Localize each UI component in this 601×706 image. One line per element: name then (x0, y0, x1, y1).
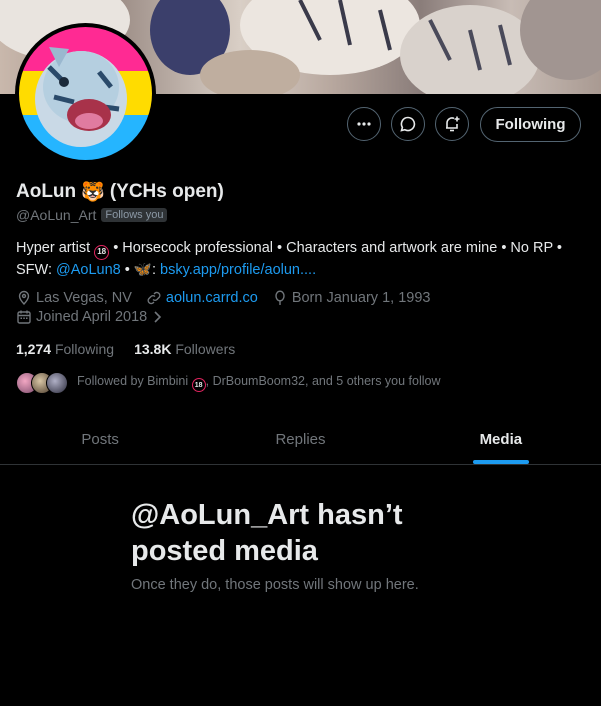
tab-replies[interactable]: Replies (200, 415, 400, 464)
message-button[interactable] (391, 107, 425, 141)
notify-button[interactable] (435, 107, 469, 141)
followed-by-text: Followed by Bimbini 18, DrBoumBoom32, an… (77, 374, 441, 393)
balloon-icon (275, 290, 285, 305)
butterfly-emoji: 🦋 (133, 261, 152, 278)
followed-by-row[interactable]: Followed by Bimbini 18, DrBoumBoom32, an… (16, 372, 441, 394)
empty-state-subtitle: Once they do, those posts will show up h… (131, 577, 419, 593)
more-icon (357, 122, 371, 126)
followed-by-suffix: , DrBoumBoom32, and 5 others you follow (205, 373, 441, 388)
profile-meta: Las Vegas, NV aolun.carrd.co Born Januar… (16, 290, 444, 306)
location-item: Las Vegas, NV (16, 290, 132, 306)
tab-posts[interactable]: Posts (0, 415, 200, 464)
follows-you-badge: Follows you (101, 208, 168, 222)
bio-text-1: Hyper artist (16, 240, 91, 256)
message-icon (400, 116, 416, 132)
calendar-icon (17, 310, 31, 324)
followers-label: Followers (175, 341, 236, 357)
bio-mention-link[interactable]: @AoLun8 (56, 262, 121, 278)
handle: @AoLun_Art (16, 207, 97, 223)
tiger-emoji: 🐯 (81, 182, 105, 203)
display-name: AoLun 🐯 (YCHs open) (16, 180, 224, 204)
following-label: Following (54, 341, 115, 357)
location-text: Las Vegas, NV (36, 290, 132, 306)
joined-text: Joined April 2018 (36, 309, 148, 325)
bio-separator: • (120, 261, 134, 278)
profile-tabs: Posts Replies Media (0, 415, 601, 465)
birthday-text: Born January 1, 1993 (291, 290, 431, 306)
bio-colon: : (151, 261, 160, 278)
bell-plus-icon (446, 116, 460, 132)
empty-state-title: @AoLun_Art hasn’t posted media (131, 499, 403, 567)
tab-media[interactable]: Media (401, 415, 601, 464)
following-count: 1,274 (16, 341, 52, 357)
followed-by-prefix: Followed by Bimbini (77, 373, 189, 388)
more-button[interactable] (347, 107, 381, 141)
chevron-right-icon (154, 311, 162, 323)
joined-row[interactable]: Joined April 2018 (16, 309, 177, 325)
age-restriction-icon: 18 (191, 378, 206, 393)
website-link[interactable]: aolun.carrd.co (166, 290, 258, 306)
display-name-text: AoLun (16, 181, 77, 202)
handle-row: @AoLun_Art Follows you (16, 207, 168, 223)
followers-count-link[interactable]: 13.8K Followers (134, 341, 235, 357)
website-item[interactable]: aolun.carrd.co (146, 290, 258, 306)
following-count-link[interactable]: 1,274 Following (16, 341, 114, 357)
avatar-image (19, 27, 152, 160)
bio-bsky-link[interactable]: bsky.app/profile/aolun.... (160, 262, 316, 278)
display-name-suffix: (YCHs open) (109, 181, 224, 202)
mini-avatar (46, 372, 68, 394)
age-restriction-icon: 18 (94, 244, 110, 260)
birthday-item: Born January 1, 1993 (272, 290, 431, 306)
followed-by-avatars (16, 372, 68, 394)
following-button[interactable]: Following (480, 107, 581, 142)
followers-count: 13.8K (134, 341, 172, 357)
follow-counts: 1,274 Following 13.8K Followers (16, 341, 235, 357)
link-icon (147, 291, 161, 305)
location-pin-icon (18, 290, 30, 306)
joined-item[interactable]: Joined April 2018 (16, 309, 163, 325)
avatar[interactable] (15, 23, 156, 164)
bio: Hyper artist 18 • Horsecock professional… (16, 238, 584, 280)
